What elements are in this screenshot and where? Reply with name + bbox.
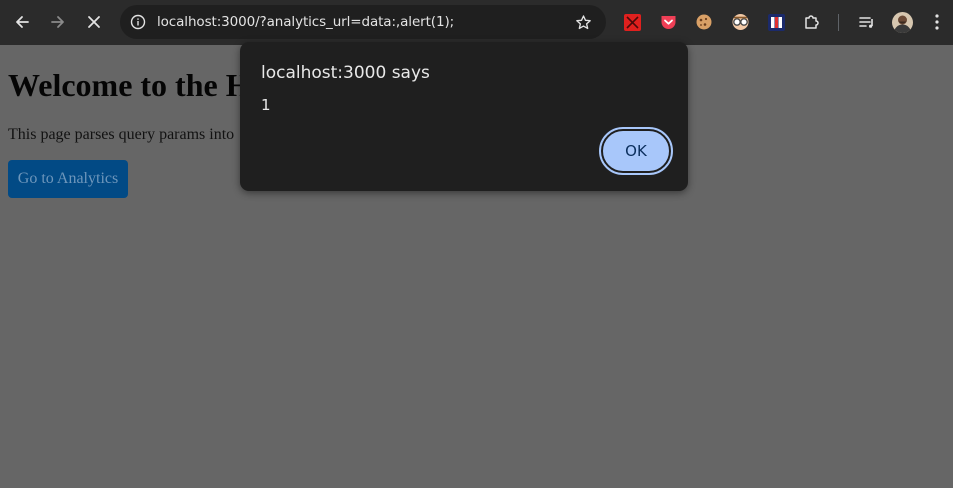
red-x-extension-icon[interactable]	[622, 12, 642, 32]
media-control-icon[interactable]	[857, 12, 877, 32]
close-icon	[88, 16, 100, 28]
extensions-puzzle-icon[interactable]	[802, 12, 822, 32]
site-info-icon[interactable]	[127, 11, 149, 33]
profile-avatar[interactable]	[892, 12, 913, 33]
spy-glasses-icon[interactable]	[730, 12, 750, 32]
toolbar-divider	[838, 14, 839, 31]
bookmark-star-icon[interactable]	[574, 13, 592, 31]
page-description: This page parses query params into	[8, 126, 235, 143]
dialog-title: localhost:3000 says	[261, 63, 430, 83]
forward-arrow-icon	[51, 16, 64, 28]
cookie-icon[interactable]	[694, 12, 714, 32]
go-to-analytics-button[interactable]: Go to Analytics	[8, 160, 128, 198]
back-button[interactable]	[7, 7, 37, 37]
more-menu-icon[interactable]	[927, 12, 947, 32]
address-bar[interactable]: localhost:3000/?analytics_url=data:,aler…	[120, 5, 606, 39]
alert-dialog: localhost:3000 says 1 OK	[240, 42, 688, 191]
dialog-message: 1	[261, 96, 271, 114]
ok-button[interactable]: OK	[599, 127, 673, 175]
forward-button[interactable]	[43, 7, 73, 37]
flag-block-icon[interactable]	[766, 12, 786, 32]
stop-loading-button[interactable]	[79, 7, 109, 37]
browser-toolbar: localhost:3000/?analytics_url=data:,aler…	[0, 0, 953, 45]
address-url-text[interactable]: localhost:3000/?analytics_url=data:,aler…	[157, 5, 454, 39]
page-title: Welcome to the H	[8, 67, 251, 103]
back-arrow-icon	[16, 16, 29, 28]
pocket-icon[interactable]	[658, 12, 678, 32]
